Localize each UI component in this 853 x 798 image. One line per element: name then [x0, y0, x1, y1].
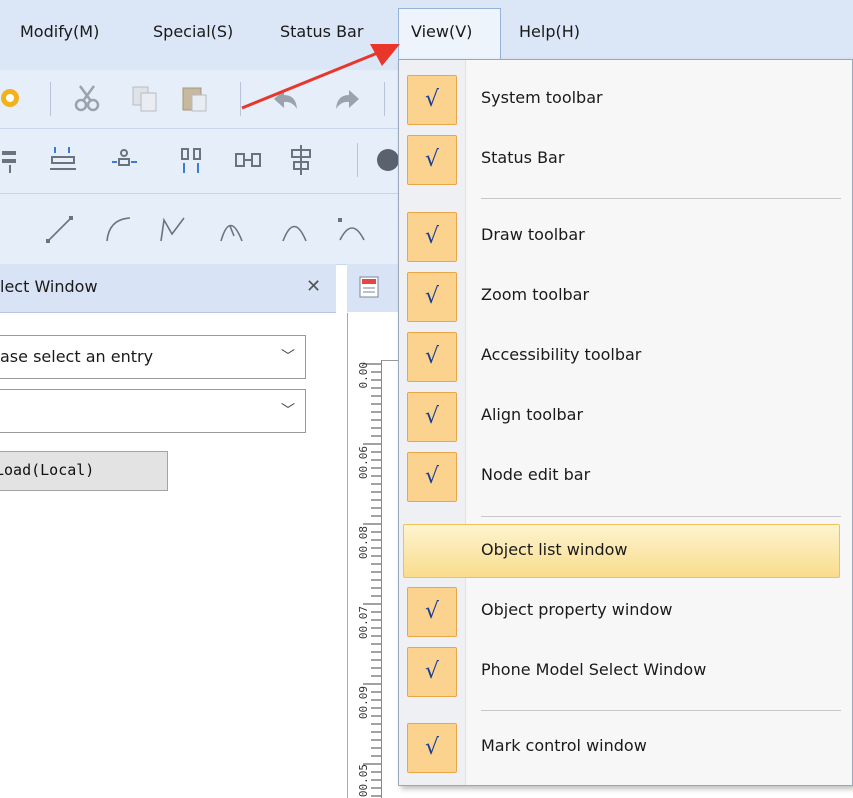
menu-separator	[481, 198, 841, 199]
menu-item-label: Accessibility toolbar	[481, 345, 642, 364]
arc-icon[interactable]	[103, 214, 133, 244]
check-icon: √	[407, 332, 457, 382]
align-center-icon[interactable]	[178, 145, 208, 175]
annotation-arrow-icon	[241, 44, 400, 110]
check-icon: √	[407, 723, 457, 773]
menu-item-label: Phone Model Select Window	[481, 660, 707, 679]
menu-help[interactable]: Help(H)	[519, 20, 580, 44]
ruler-label: 00.06	[357, 446, 370, 480]
model-select-combo[interactable]: ﹀	[0, 389, 306, 433]
equal-spacing-icon[interactable]	[234, 145, 264, 175]
distribute-center-icon[interactable]	[110, 145, 140, 175]
check-icon: √	[407, 647, 457, 697]
check-icon: √	[407, 272, 457, 322]
toolbar-separator	[357, 143, 358, 177]
bezier-icon[interactable]	[158, 214, 188, 244]
menu-item-zoom-toolbar[interactable]: √ Zoom toolbar	[399, 267, 852, 327]
entry-select-combo[interactable]: ase select an entry ﹀	[0, 335, 306, 379]
menu-item-label: System toolbar	[481, 88, 603, 107]
paste-icon[interactable]	[180, 83, 210, 113]
menu-item-label: Object property window	[481, 600, 673, 619]
entry-select-value: ase select an entry	[0, 347, 154, 366]
line-icon[interactable]	[45, 214, 75, 244]
check-icon: √	[407, 452, 457, 502]
menu-separator	[481, 516, 841, 517]
check-icon: √	[407, 587, 457, 637]
ruler-ticks	[363, 363, 381, 797]
check-icon: √	[407, 75, 457, 125]
distribute-vertical-icon[interactable]	[50, 145, 80, 175]
menu-special[interactable]: Special(S)	[153, 20, 233, 44]
menu-item-label: Zoom toolbar	[481, 285, 590, 304]
menu-item-object-list-window[interactable]: Object list window	[399, 522, 852, 582]
ruler-label: 0.00	[357, 362, 370, 389]
phone-model-select-window: ase select an entry ﹀ ﹀ Load(Local)	[0, 313, 336, 798]
menu-item-label: Node edit bar	[481, 465, 591, 484]
curve-icon[interactable]	[338, 214, 368, 244]
menu-item-label: Draw toolbar	[481, 225, 585, 244]
select-window-title: lect Window	[0, 277, 98, 296]
menu-item-system-toolbar[interactable]: √ System toolbar	[399, 70, 852, 130]
menu-item-status-bar[interactable]: √ Status Bar	[399, 130, 852, 190]
align-top-icon[interactable]	[2, 145, 32, 175]
menu-view[interactable]: View(V)	[411, 20, 472, 44]
ruler-label: 00.08	[357, 526, 370, 560]
phone-model-select-window-header: lect Window ✕	[0, 264, 336, 313]
menu-item-label: Status Bar	[481, 148, 565, 167]
copy-icon[interactable]	[130, 83, 160, 113]
menu-view-active[interactable]: View(V)	[398, 8, 501, 60]
load-local-button[interactable]: Load(Local)	[0, 451, 168, 491]
document-icon	[359, 276, 379, 298]
chevron-down-icon[interactable]: ﹀	[281, 346, 295, 366]
vertical-ruler: 0.00 00.06 00.08 00.07 00.09 00.05	[355, 360, 382, 798]
toolbar-separator	[50, 82, 51, 116]
check-icon: √	[407, 212, 457, 262]
cut-icon[interactable]	[72, 83, 102, 113]
menu-item-node-edit-bar[interactable]: √ Node edit bar	[399, 447, 852, 507]
ruler-label: 00.09	[357, 686, 370, 720]
menu-item-phone-model-select-window[interactable]: √ Phone Model Select Window	[399, 642, 852, 702]
curve-icon[interactable]	[218, 214, 248, 244]
align-middle-icon[interactable]	[288, 145, 318, 175]
check-icon: √	[407, 135, 457, 185]
menu-item-object-property-window[interactable]: √ Object property window	[399, 582, 852, 642]
menu-item-mark-control-window[interactable]: √ Mark control window	[399, 718, 852, 778]
menu-item-draw-toolbar[interactable]: √ Draw toolbar	[399, 207, 852, 267]
menu-item-label: Object list window	[481, 540, 628, 559]
menu-separator	[481, 710, 841, 711]
close-icon[interactable]: ✕	[306, 276, 321, 297]
ruler-label: 00.07	[357, 606, 370, 640]
menu-modify[interactable]: Modify(M)	[20, 20, 99, 44]
check-icon: √	[407, 392, 457, 442]
view-menu-dropdown: √ System toolbar √ Status Bar √ Draw too…	[398, 59, 853, 786]
menu-item-accessibility-toolbar[interactable]: √ Accessibility toolbar	[399, 327, 852, 387]
chevron-down-icon[interactable]: ﹀	[281, 400, 295, 420]
load-local-label: Load(Local)	[0, 461, 95, 479]
menu-item-label: Mark control window	[481, 736, 647, 755]
ruler-label: 00.05	[357, 764, 370, 798]
menu-item-label: Align toolbar	[481, 405, 584, 424]
curve-icon[interactable]	[280, 214, 310, 244]
gear-icon[interactable]	[0, 83, 30, 113]
menu-item-align-toolbar[interactable]: √ Align toolbar	[399, 387, 852, 447]
